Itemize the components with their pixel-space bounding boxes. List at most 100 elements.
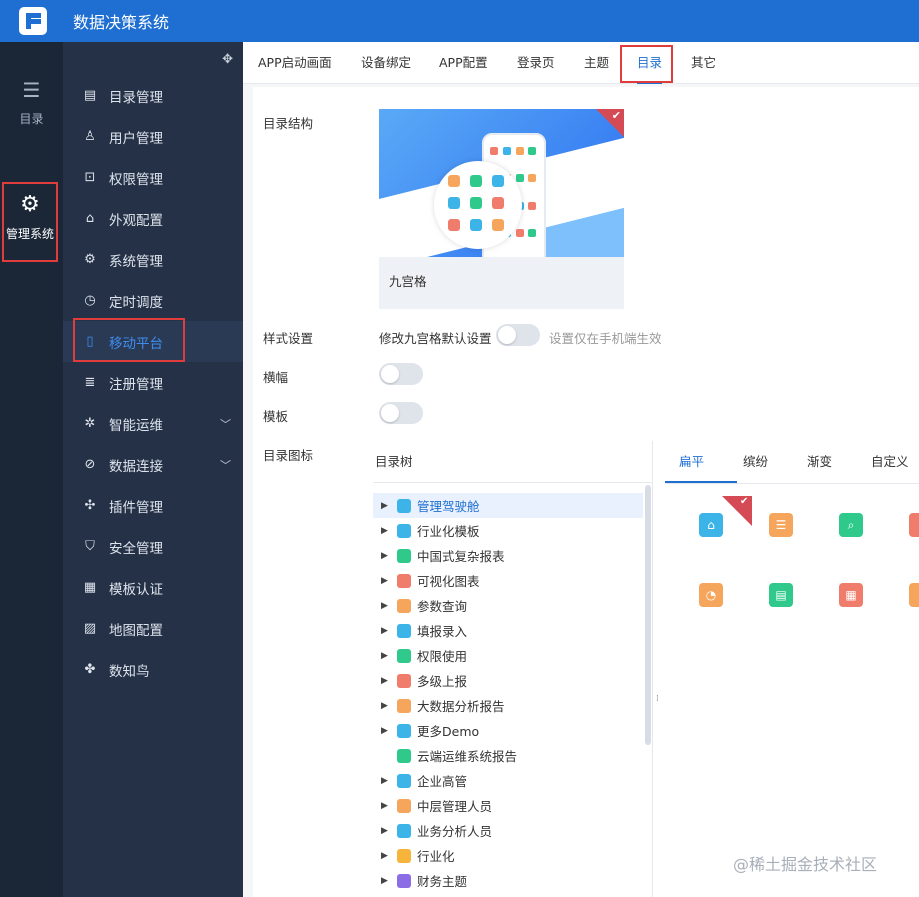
expand-arrow-icon[interactable]: ▶ [381, 626, 391, 636]
expand-arrow-icon[interactable]: ▶ [381, 776, 391, 786]
tab-colorful[interactable]: 缤纷 [743, 441, 768, 483]
tree-row[interactable]: ▶ 可视化图表 [373, 568, 643, 593]
folder-icon [397, 848, 411, 863]
tree-row-label: 中国式复杂报表 [417, 549, 505, 564]
pin-icon[interactable]: ✥ [222, 52, 233, 67]
tree-row[interactable]: ▶ 财务主题 [373, 868, 643, 893]
nav-directory[interactable]: ☰ 目录 [0, 78, 63, 127]
tree-row[interactable]: ▶ 业务分析人员 [373, 818, 643, 843]
tab-other[interactable]: 其它 [691, 42, 716, 84]
expand-arrow-icon[interactable]: ▶ [381, 576, 391, 586]
document-icon[interactable]: ▤ [769, 583, 793, 607]
tree-row[interactable]: ▶ 参数查询 [373, 593, 643, 618]
chevron-down-icon[interactable]: ﹀ [220, 457, 231, 473]
icon-label: 目录图标 [263, 448, 314, 463]
sidebar-item-appearance[interactable]: ⌂ 外观配置 [63, 198, 243, 239]
tab-app-config[interactable]: APP配置 [439, 42, 488, 84]
tree-row[interactable]: ▶ 行业化模板 [373, 518, 643, 543]
tab-custom[interactable]: 自定义 [871, 441, 909, 483]
puzzle-icon: ✣ [84, 498, 96, 513]
primary-nav: ☰ 目录 ⚙ 管理系统 [0, 42, 63, 897]
structure-option-grid[interactable]: ✔ 九宫格 [379, 109, 624, 309]
expand-arrow-icon[interactable]: ▶ [381, 826, 391, 836]
sidebar-item-schedule[interactable]: ◷ 定时调度 [63, 280, 243, 321]
form-icon[interactable]: ▦ [839, 583, 863, 607]
lock-icon: ⊡ [84, 170, 96, 185]
tree-row[interactable]: ▶ 中国式复杂报表 [373, 543, 643, 568]
sidebar-item-shuzhiniao[interactable]: ✤ 数知鸟 [63, 649, 243, 690]
expand-arrow-icon[interactable]: ▶ [381, 601, 391, 611]
demo-icon [397, 723, 411, 738]
tree-row[interactable]: ▶ 更多Demo [373, 718, 643, 743]
banner-toggle[interactable] [379, 363, 423, 385]
nav-directory-label: 目录 [19, 112, 44, 126]
dashboard-icon [397, 498, 411, 513]
query-icon [397, 598, 411, 613]
structure-caption: 九宫格 [389, 274, 427, 289]
chevron-down-icon[interactable]: ﹀ [220, 416, 231, 432]
tree-row-label: 大数据分析报告 [417, 699, 505, 714]
nav-admin-system[interactable]: ⚙ 管理系统 [2, 182, 58, 262]
chart-icon[interactable] [909, 513, 919, 537]
sidebar-item-plugins[interactable]: ✣ 插件管理 [63, 485, 243, 526]
tree-row[interactable]: ▶ 权限使用 [373, 643, 643, 668]
active-tab-indicator [665, 481, 737, 483]
tab-theme[interactable]: 主题 [584, 42, 609, 84]
report-icon[interactable]: ☰ [769, 513, 793, 537]
chart-icon [397, 573, 411, 588]
tree-row[interactable]: ▶ 企业高管 [373, 768, 643, 793]
expand-arrow-icon[interactable]: ▶ [381, 501, 391, 511]
tree-row[interactable]: ▶ 云端运维系统报告 [373, 743, 643, 768]
expand-arrow-icon[interactable]: ▶ [381, 651, 391, 661]
tree-row[interactable]: ▶ 大数据分析报告 [373, 693, 643, 718]
style-toggle[interactable] [496, 324, 540, 346]
sidebar-item-map[interactable]: ▨ 地图配置 [63, 608, 243, 649]
tab-app-splash[interactable]: APP启动画面 [258, 42, 332, 84]
expand-arrow-icon[interactable]: ▶ [381, 726, 391, 736]
sidebar-item-register[interactable]: ≣ 注册管理 [63, 362, 243, 403]
splitter-handle[interactable]: ⁞ [656, 695, 660, 704]
tab-flat[interactable]: 扁平 [679, 441, 704, 483]
expand-arrow-icon[interactable]: ▶ [381, 801, 391, 811]
tree-row[interactable]: ▶ 管理驾驶舱 [373, 493, 643, 518]
sidebar-item-permissions[interactable]: ⊡ 权限管理 [63, 157, 243, 198]
expand-arrow-icon[interactable]: ▶ [381, 526, 391, 536]
tab-gradient[interactable]: 渐变 [807, 441, 832, 483]
sidebar-item-security[interactable]: ⛉ 安全管理 [63, 526, 243, 567]
expand-arrow-icon[interactable]: ▶ [381, 701, 391, 711]
shield-icon: ⛉ [85, 539, 95, 554]
expand-arrow-icon[interactable]: ▶ [381, 676, 391, 686]
tab-login-page[interactable]: 登录页 [517, 42, 555, 84]
sidebar-item-label: 安全管理 [109, 540, 163, 557]
tree-scrollbar[interactable] [645, 485, 651, 745]
tree-row-label: 业务分析人员 [417, 824, 493, 839]
sidebar-item-system[interactable]: ⚙ 系统管理 [63, 239, 243, 280]
tab-device-binding[interactable]: 设备绑定 [361, 42, 411, 84]
admin-sidebar: ✥ ▤ 目录管理 ♙ 用户管理 ⊡ 权限管理 ⌂ 外观配置 ⚙ 系统管理 ◷ 定… [63, 42, 243, 897]
search-report-icon[interactable]: ⌕ [839, 513, 863, 537]
check-icon: ✔ [740, 496, 749, 507]
sidebar-item-ops[interactable]: ✲ 智能运维 ﹀ [63, 403, 243, 444]
structure-label: 目录结构 [263, 116, 314, 131]
tree-row[interactable]: ▶ 填报录入 [373, 618, 643, 643]
dashboard-icon[interactable]: ⌂ [699, 513, 723, 537]
mobile-platform-tabs: APP启动画面 设备绑定 APP配置 登录页 主题 目录 其它 [243, 42, 919, 84]
tree-row[interactable]: ▶ 中层管理人员 [373, 793, 643, 818]
upload-icon[interactable] [909, 583, 919, 607]
tree-row[interactable]: ▶ 多级上报 [373, 668, 643, 693]
sidebar-item-template-cert[interactable]: ▦ 模板认证 [63, 567, 243, 608]
sidebar-item-catalog[interactable]: ▤ 目录管理 [63, 75, 243, 116]
sidebar-item-label: 数据连接 [109, 458, 163, 475]
finereport-logo[interactable] [19, 7, 47, 35]
template-toggle[interactable] [379, 402, 423, 424]
sidebar-item-data-connection[interactable]: ⊘ 数据连接 ﹀ [63, 444, 243, 485]
map-icon: ▨ [83, 621, 97, 636]
expand-arrow-icon[interactable]: ▶ [381, 551, 391, 561]
sidebar-item-users[interactable]: ♙ 用户管理 [63, 116, 243, 157]
expand-arrow-icon[interactable]: ▶ [381, 851, 391, 861]
pie-icon[interactable]: ◔ [699, 583, 723, 607]
magnifier-graphic [434, 161, 522, 249]
tree-row-label: 填报录入 [417, 624, 468, 639]
tree-row[interactable]: ▶ 行业化 [373, 843, 643, 868]
expand-arrow-icon[interactable]: ▶ [381, 876, 391, 886]
